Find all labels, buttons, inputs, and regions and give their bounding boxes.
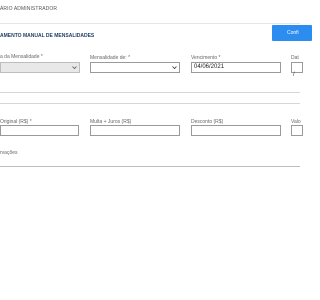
chevron-down-icon: [172, 64, 177, 71]
observacoes-field[interactable]: [0, 166, 300, 167]
user-label: ÁRIO ADMINISTRADOR: [0, 6, 58, 12]
mensalidade-de-label: Mensalidade de: *: [90, 55, 131, 61]
section-divider: [0, 103, 300, 104]
multa-juros-input[interactable]: [90, 125, 180, 136]
vencimento-input[interactable]: 04/06/2021: [191, 62, 281, 73]
valor-original-input[interactable]: [0, 125, 79, 136]
valor-input[interactable]: [291, 125, 303, 136]
tipo-mensalidade-label: a da Mensalidade *: [0, 54, 43, 60]
calendar-icon: /: [293, 72, 295, 78]
tipo-mensalidade-select[interactable]: [0, 62, 80, 73]
mensalidade-de-select[interactable]: [90, 62, 180, 73]
section-divider: [0, 92, 300, 93]
vencimento-value: 04/06/2021: [194, 64, 225, 70]
confirm-button[interactable]: Confi: [272, 25, 312, 41]
chevron-down-icon: [72, 64, 77, 71]
vencimento-label: Vencimento *: [191, 55, 221, 61]
header-divider: [0, 23, 300, 24]
desconto-input[interactable]: [191, 125, 281, 136]
page-title: AMENTO MANUAL DE MENSALIDADES: [0, 33, 95, 39]
observacoes-label: rvações: [0, 150, 18, 156]
data-label: Dat: [291, 55, 299, 61]
data-input[interactable]: /: [291, 62, 303, 78]
